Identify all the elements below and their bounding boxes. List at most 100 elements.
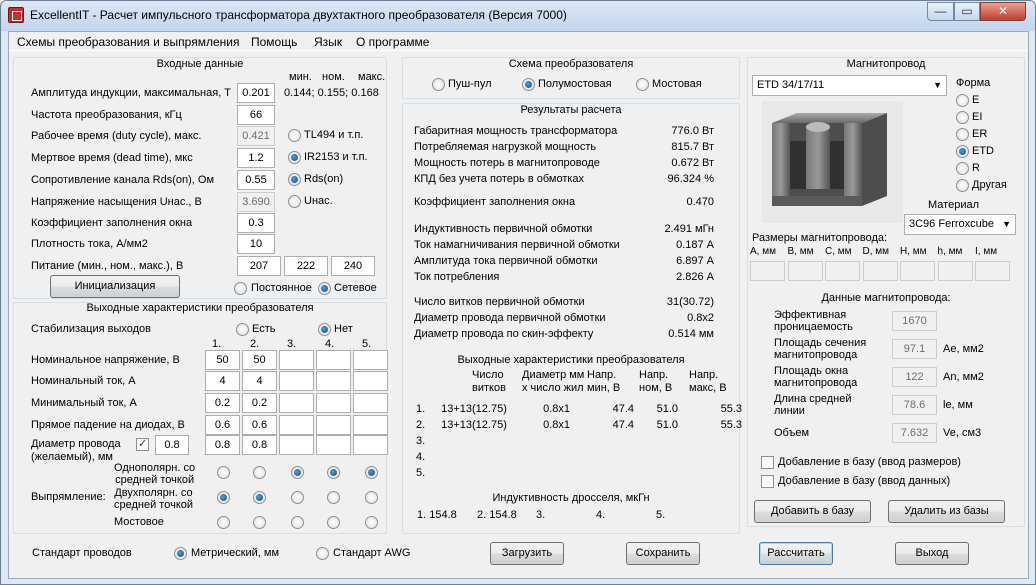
dim-input-2[interactable] <box>787 261 823 281</box>
dim-input-6[interactable] <box>937 261 973 281</box>
pushpull-radio[interactable] <box>432 78 445 91</box>
menu-about[interactable]: О программе <box>356 35 429 49</box>
min-current-2[interactable]: 0.2 <box>242 393 277 413</box>
out-current-3[interactable] <box>279 371 314 391</box>
wire-main-input[interactable]: 0.8 <box>155 435 189 455</box>
diode-drop-1[interactable]: 0.6 <box>205 415 240 435</box>
bridge-radio[interactable] <box>636 78 649 91</box>
min-current-5[interactable] <box>353 393 388 413</box>
rect-radio-1-1[interactable] <box>217 466 230 479</box>
wire-5[interactable] <box>353 435 388 455</box>
window-fill-input[interactable]: 0.3 <box>237 213 275 233</box>
save-button[interactable]: Сохранить <box>626 542 700 565</box>
out-current-1[interactable]: 4 <box>205 371 240 391</box>
usat-radio[interactable] <box>288 195 301 208</box>
shape-radio-etd[interactable] <box>956 145 969 158</box>
rect-radio-4-1[interactable] <box>327 466 340 479</box>
exit-button[interactable]: Выход <box>895 542 969 565</box>
out-voltage-3[interactable] <box>279 350 314 370</box>
supply-nom-input[interactable]: 222 <box>284 256 328 276</box>
rect-radio-4-3[interactable] <box>327 516 340 529</box>
ac-radio[interactable] <box>318 282 331 295</box>
menu-language[interactable]: Язык <box>314 35 342 49</box>
dim-input-5[interactable] <box>900 261 935 281</box>
out-current-5[interactable] <box>353 371 388 391</box>
maximize-button[interactable]: ▭ <box>954 2 980 21</box>
out-voltage-4[interactable] <box>316 350 351 370</box>
rds-input[interactable]: 0.55 <box>237 170 275 190</box>
rect-radio-2-2[interactable] <box>253 491 266 504</box>
wire-checkbox[interactable] <box>136 437 149 451</box>
dc-radio[interactable] <box>234 282 247 295</box>
min-current-3[interactable] <box>279 393 314 413</box>
choke-3: 3. <box>536 509 546 521</box>
rect-radio-1-3[interactable] <box>217 516 230 529</box>
wire-2[interactable]: 0.8 <box>242 435 277 455</box>
add-data-checkbox[interactable] <box>761 475 774 488</box>
dim-input-4[interactable] <box>862 261 898 281</box>
shape-radio-er[interactable] <box>956 128 969 141</box>
init-button[interactable]: Инициализация <box>50 275 180 298</box>
menu-schemes[interactable]: Схемы преобразования и выпрямления <box>17 35 239 49</box>
halfbridge-radio[interactable] <box>522 78 535 91</box>
rect-radio-2-3[interactable] <box>253 516 266 529</box>
dim-input-3[interactable] <box>825 261 860 281</box>
rect-radio-5-1[interactable] <box>365 466 378 479</box>
result-label: Габаритная мощность трансформатора <box>414 125 618 137</box>
rect-radio-2-1[interactable] <box>253 466 266 479</box>
min-current-4[interactable] <box>316 393 351 413</box>
dim-input-1[interactable] <box>750 261 785 281</box>
shape-radio-другая[interactable] <box>956 179 969 192</box>
close-button[interactable]: ✕ <box>980 2 1026 21</box>
core-dropdown[interactable]: ETD 34/17/11 ▼ <box>752 75 947 96</box>
dead-time-input[interactable]: 1.2 <box>237 148 275 168</box>
diode-drop-3[interactable] <box>279 415 314 435</box>
rect-radio-5-3[interactable] <box>365 516 378 529</box>
metric-radio[interactable] <box>174 547 187 560</box>
shape-radio-e[interactable] <box>956 94 969 107</box>
remove-from-db-button[interactable]: Удалить из базы <box>888 500 1005 523</box>
load-button[interactable]: Загрузить <box>490 542 564 565</box>
stab-yes-radio[interactable] <box>236 323 249 336</box>
awg-radio[interactable] <box>316 547 329 560</box>
rect-radio-4-2[interactable] <box>327 491 340 504</box>
dim-input-7[interactable] <box>975 261 1010 281</box>
frequency-input[interactable]: 66 <box>237 105 275 125</box>
duty-cycle-input[interactable]: 0.421 <box>237 126 275 146</box>
wire-1[interactable]: 0.8 <box>205 435 240 455</box>
diode-drop-5[interactable] <box>353 415 388 435</box>
menu-help[interactable]: Помощь <box>251 35 297 49</box>
out-voltage-5[interactable] <box>353 350 388 370</box>
rect-radio-1-2[interactable] <box>217 491 230 504</box>
wire-4[interactable] <box>316 435 351 455</box>
add-to-db-button[interactable]: Добавить в базу <box>754 500 871 523</box>
rect-radio-3-2[interactable] <box>291 491 304 504</box>
diode-drop-2[interactable]: 0.6 <box>242 415 277 435</box>
stab-no-radio[interactable] <box>318 323 331 336</box>
rect-radio-3-3[interactable] <box>291 516 304 529</box>
out-voltage-2[interactable]: 50 <box>242 350 277 370</box>
diode-drop-4[interactable] <box>316 415 351 435</box>
wire-3[interactable] <box>279 435 314 455</box>
shape-radio-ei[interactable] <box>956 111 969 124</box>
usat-input[interactable]: 3.690 <box>237 192 275 212</box>
add-dims-checkbox[interactable] <box>761 456 774 469</box>
current-density-input[interactable]: 10 <box>237 234 275 254</box>
calculate-button[interactable]: Рассчитать <box>759 542 833 565</box>
ir2153-radio[interactable] <box>288 151 301 164</box>
minimize-button[interactable]: — <box>927 2 954 21</box>
choke-5: 5. <box>656 509 666 521</box>
rect-radio-3-1[interactable] <box>291 466 304 479</box>
shape-radio-r[interactable] <box>956 162 969 175</box>
induction-input[interactable]: 0.201 <box>237 83 275 103</box>
out-voltage-1[interactable]: 50 <box>205 350 240 370</box>
tl494-radio[interactable] <box>288 129 301 142</box>
out-current-4[interactable] <box>316 371 351 391</box>
rect-radio-5-2[interactable] <box>365 491 378 504</box>
rds-radio[interactable] <box>288 173 301 186</box>
supply-max-input[interactable]: 240 <box>331 256 375 276</box>
min-current-1[interactable]: 0.2 <box>205 393 240 413</box>
out-current-2[interactable]: 4 <box>242 371 277 391</box>
supply-min-input[interactable]: 207 <box>237 256 281 276</box>
material-dropdown[interactable]: 3C96 Ferroxcube ▼ <box>904 214 1016 235</box>
